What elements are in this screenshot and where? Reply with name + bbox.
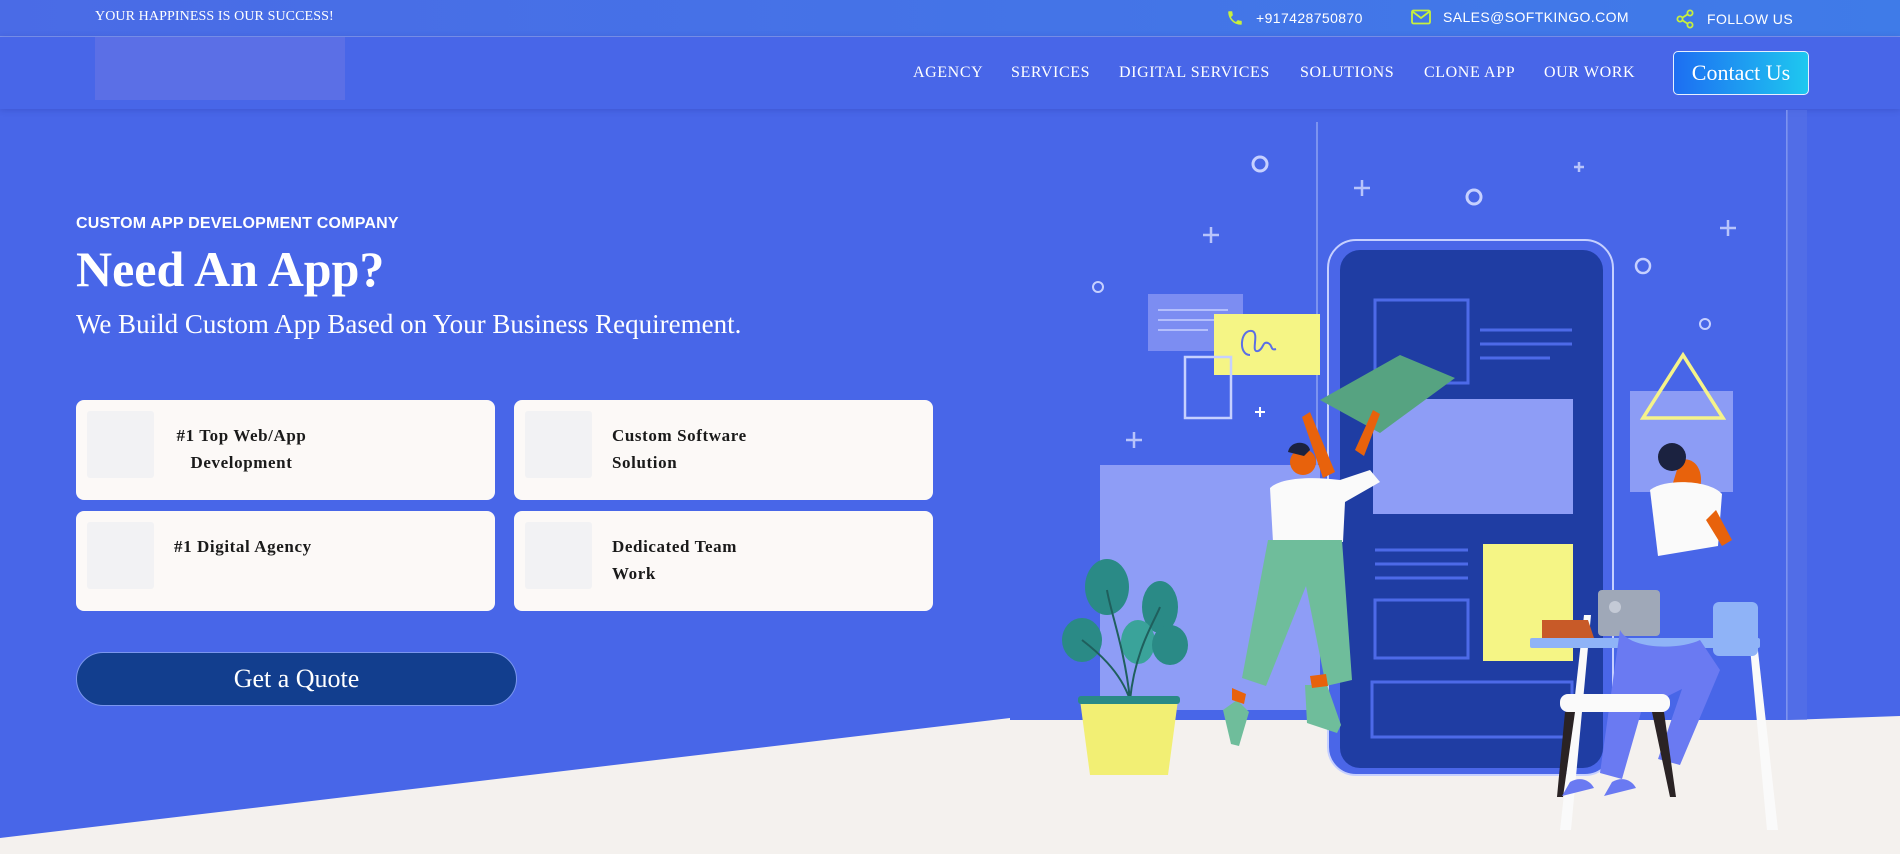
phone-contact[interactable]: +917428750870: [1226, 9, 1363, 27]
feature-card: #1 Digital Agency: [76, 511, 495, 611]
feature-line: Work: [612, 564, 656, 583]
feature-thumbnail: [87, 411, 154, 478]
feature-title: #1 Digital Agency: [174, 533, 344, 560]
logo[interactable]: [95, 37, 345, 100]
hero-subhead: We Build Custom App Based on Your Busine…: [76, 309, 742, 339]
follow-label: FOLLOW US: [1707, 11, 1794, 27]
contact-us-button[interactable]: Contact Us: [1673, 51, 1809, 95]
nav-our-work[interactable]: OUR WORK: [1544, 64, 1635, 82]
tagline: YOUR HAPPINESS IS OUR SUCCESS!: [95, 9, 334, 24]
feature-title: Custom Software Solution: [612, 422, 782, 476]
top-bar: YOUR HAPPINESS IS OUR SUCCESS! +91742875…: [0, 0, 1900, 37]
hero-eyebrow: CUSTOM APP DEVELOPMENT COMPANY: [76, 215, 399, 232]
feature-thumbnail: [525, 522, 592, 589]
feature-line: Custom Software: [612, 426, 747, 445]
feature-card: Custom Software Solution: [514, 400, 933, 500]
nav-agency[interactable]: AGENCY: [913, 64, 983, 82]
phone-icon: [1226, 9, 1244, 27]
follow-us[interactable]: FOLLOW US: [1675, 9, 1793, 29]
feature-line: Solution: [612, 453, 678, 472]
feature-thumbnail: [87, 522, 154, 589]
nav-digital-services[interactable]: DIGITAL SERVICES: [1119, 64, 1270, 82]
email-address: SALES@SOFTKINGO.COM: [1443, 9, 1629, 25]
feature-thumbnail: [525, 411, 592, 478]
feature-card: Dedicated Team Work: [514, 511, 933, 611]
feature-line: Dedicated Team: [612, 537, 738, 556]
feature-title: #1 Top Web/App Development: [174, 422, 309, 476]
share-icon: [1675, 9, 1695, 29]
feature-card: #1 Top Web/App Development: [76, 400, 495, 500]
email-contact[interactable]: SALES@SOFTKINGO.COM: [1411, 9, 1629, 25]
nav-clone-app[interactable]: CLONE APP: [1424, 64, 1515, 82]
app-development-illustration: [1062, 110, 1807, 830]
feature-title: Dedicated Team Work: [612, 533, 782, 587]
hero-headline: Need An App?: [76, 241, 385, 297]
feature-line: #1 Digital Agency: [174, 537, 312, 556]
feature-line: #1 Top Web/App: [176, 426, 307, 445]
nav-solutions[interactable]: SOLUTIONS: [1300, 64, 1394, 82]
mail-icon: [1411, 9, 1431, 25]
phone-number: +917428750870: [1256, 10, 1363, 26]
main-nav: AGENCY SERVICES DIGITAL SERVICES SOLUTIO…: [0, 37, 1900, 109]
get-a-quote-button[interactable]: Get a Quote: [76, 652, 517, 706]
feature-line: Development: [190, 453, 293, 472]
nav-services[interactable]: SERVICES: [1011, 64, 1090, 82]
